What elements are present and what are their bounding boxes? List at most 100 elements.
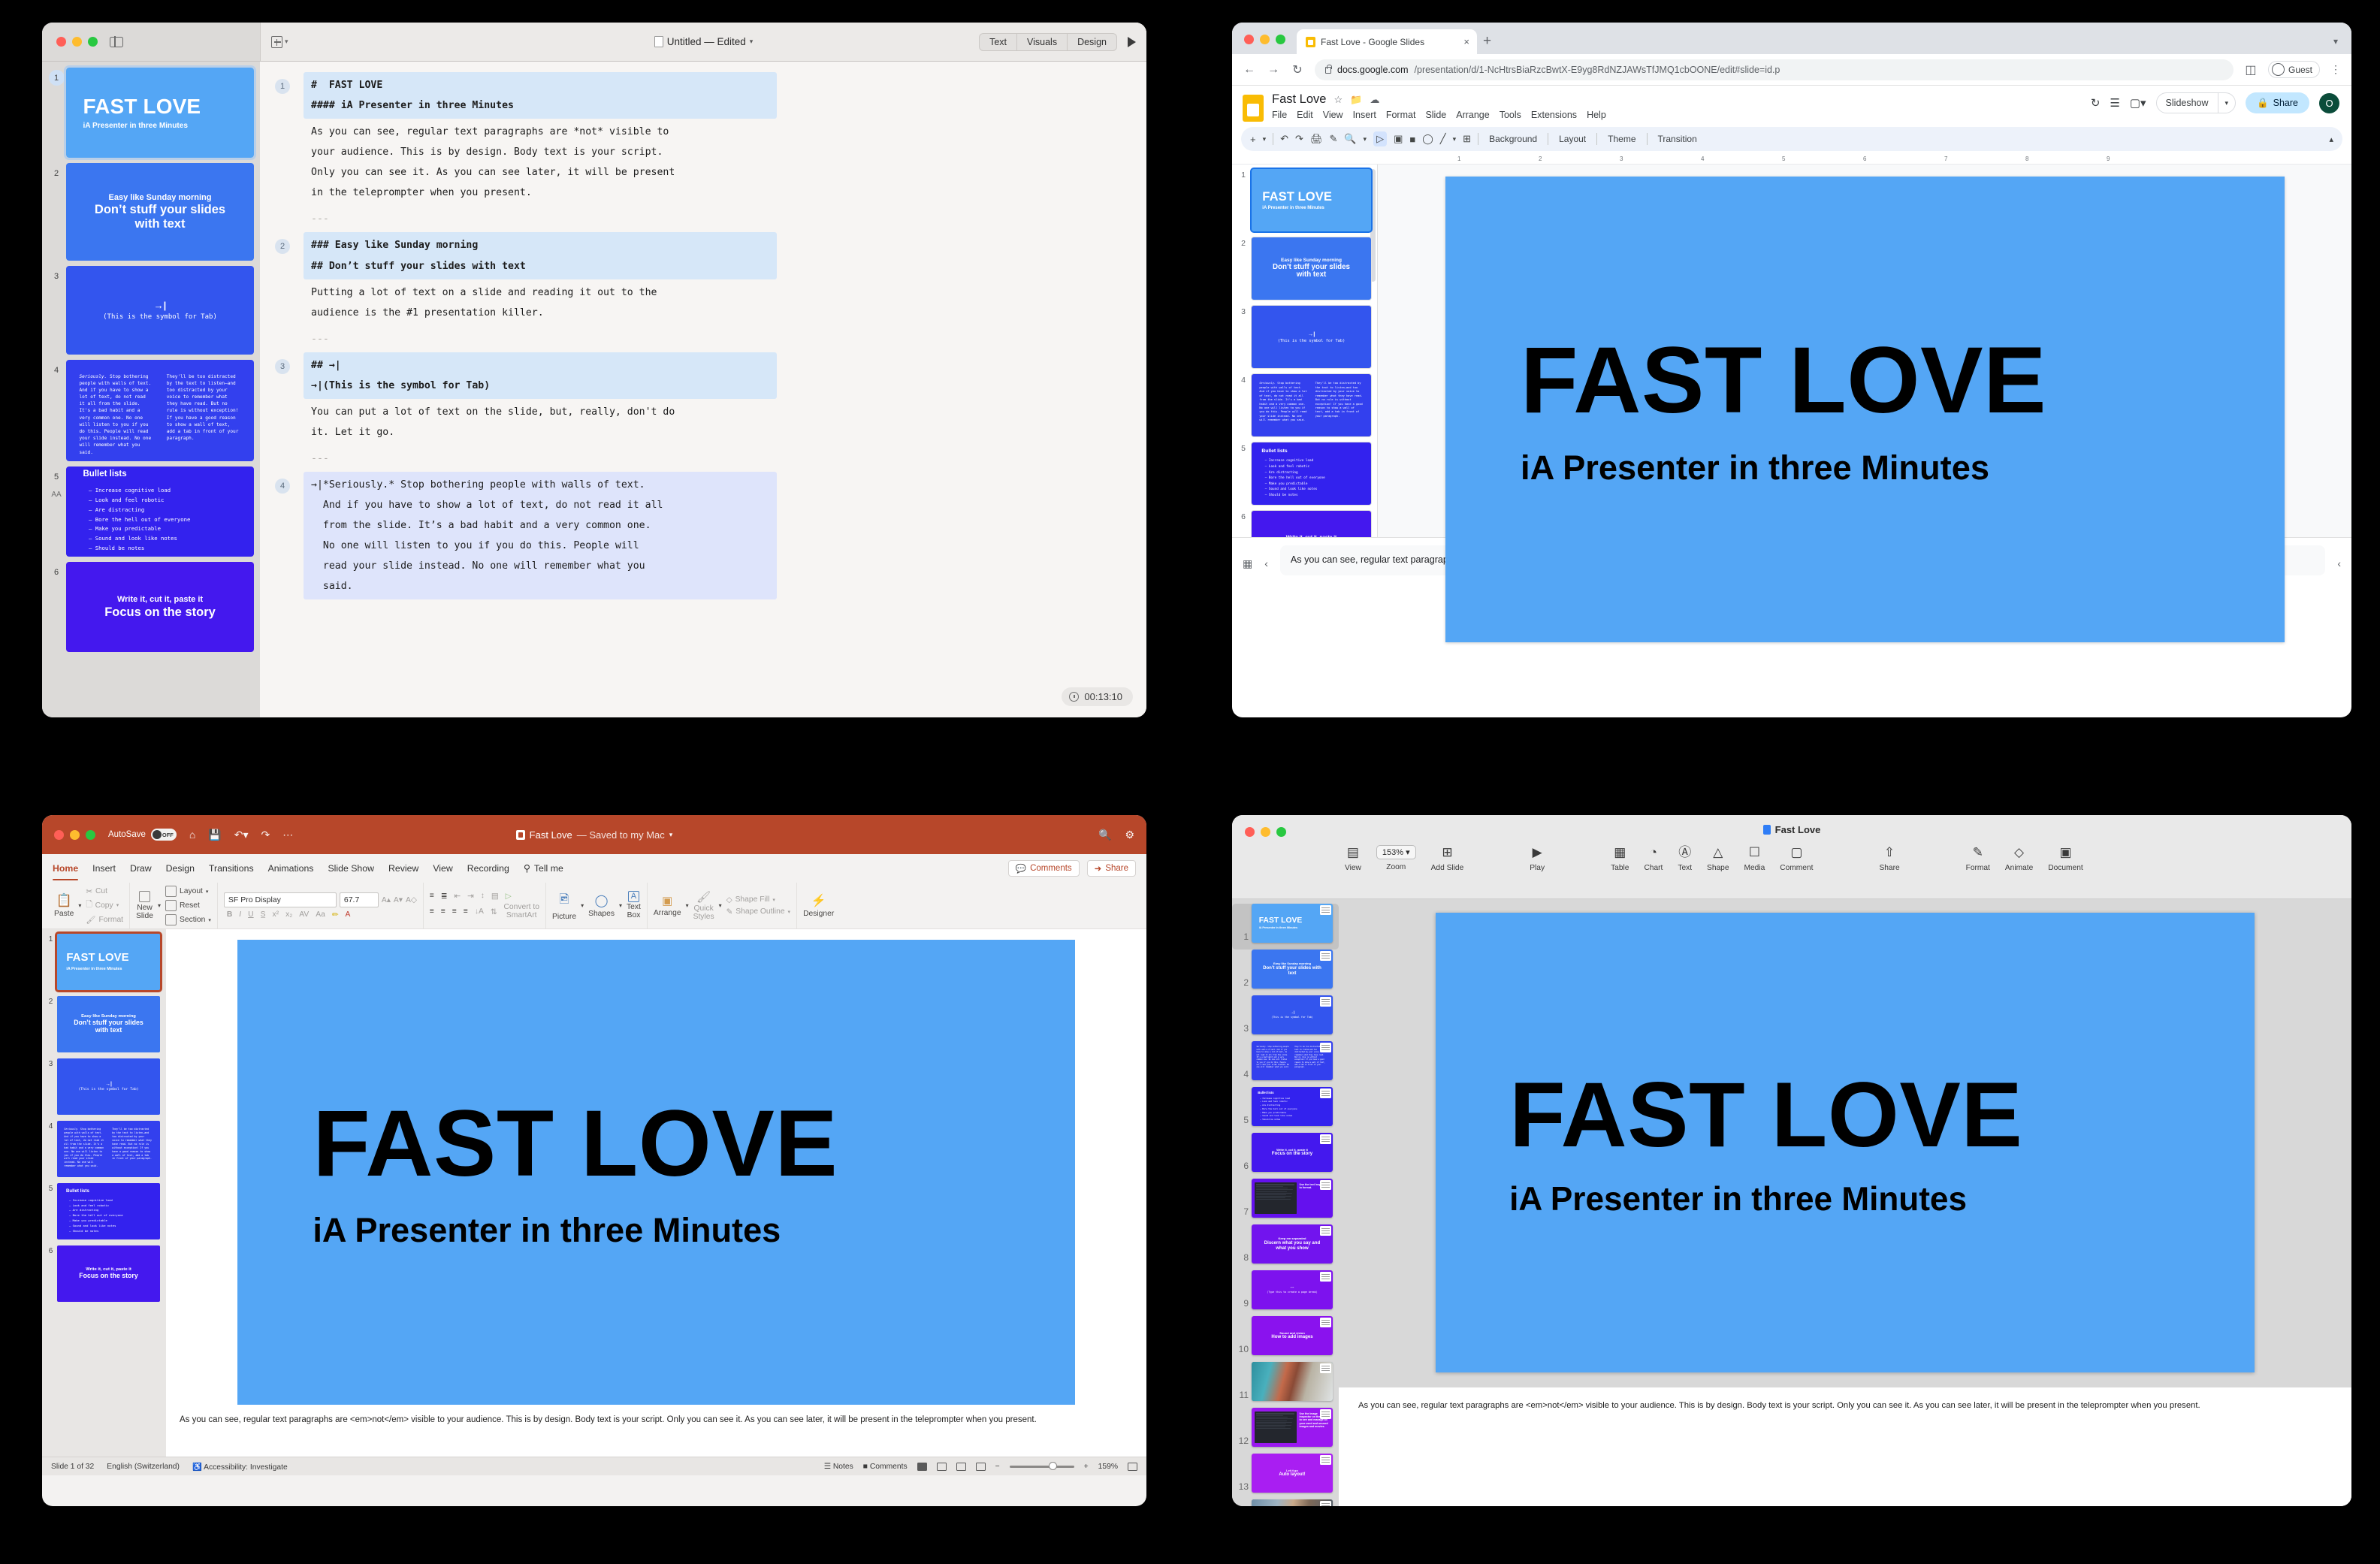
cut-button[interactable]: ✂ Cut [86, 887, 123, 896]
slide-canvas[interactable]: FAST LOVE iA Presenter in three Minutes [237, 940, 1075, 1405]
slide-preview[interactable] [1252, 1499, 1333, 1506]
grid-view-icon[interactable]: ▦ [1243, 545, 1252, 570]
window-controls[interactable] [56, 37, 98, 47]
slide-thumbnail-pane[interactable]: 1 FAST LOVE iA Presenter in three Minute… [42, 929, 166, 1457]
slide-preview[interactable]: FAST LOVE iA Presenter in three Minutes [1252, 904, 1333, 943]
chevron-down-icon[interactable]: ▾ [788, 909, 791, 915]
menubar[interactable]: File Edit View Insert Format Slide Arrange Tool… [1272, 110, 1606, 120]
slide-preview[interactable]: Bullet lists – Increase cognitive load – … [1252, 442, 1371, 505]
tab-design[interactable]: Design [1068, 34, 1116, 50]
picture-button[interactable]: 🖻 Picture [552, 891, 576, 921]
editor-text[interactable]: →|*Seriously.* Stop bothering people wit… [304, 472, 777, 600]
toolbar-table[interactable]: ▦ Table [1611, 845, 1629, 872]
line-spacing-icon[interactable]: ↕ [481, 892, 485, 900]
tab-search-icon[interactable]: ▾ [2333, 36, 2351, 54]
shape-icon[interactable]: ◯ [1422, 133, 1433, 145]
menu-format[interactable]: Format [1386, 110, 1416, 120]
slide-preview[interactable]: Keep em separated Discern what you say a… [1252, 1224, 1333, 1264]
justify-icon[interactable]: ≡ [464, 907, 468, 916]
slide-thumbnail-4[interactable]: 4 Seriously. Stop bothering people with … [1232, 1041, 1339, 1087]
slide-preview[interactable]: Bullet lists – Increase cognitive load – … [57, 1183, 160, 1239]
slide-thumbnail-5[interactable]: 5 AA Bullet lists – Increase cognitive lo… [42, 466, 260, 562]
decrease-font-icon[interactable]: A▾ [394, 895, 403, 904]
toolbar-media[interactable]: ☐ Media [1744, 845, 1765, 872]
save-icon[interactable]: 💾 [208, 829, 221, 841]
sidebar-toggle-icon[interactable] [110, 35, 123, 48]
minimize-icon[interactable] [1260, 35, 1270, 44]
keynote-window[interactable]: Fast Love ▤ View 153% ▾ Zoom ⊞ Add Slide ▶ Play… [1232, 815, 2351, 1506]
slide-preview[interactable]: FAST LOVE iA Presenter in three Minutes [1252, 169, 1371, 231]
undo-icon[interactable]: ↶ [1280, 133, 1288, 145]
chevron-down-icon[interactable]: ▾ [669, 831, 673, 839]
slideshow-view-icon[interactable] [975, 1462, 986, 1471]
toolbar-chart[interactable]: ◔ Chart [1644, 845, 1663, 872]
tab-design[interactable]: Design [166, 863, 195, 874]
redo-icon[interactable]: ↷ [261, 829, 270, 841]
reading-view-icon[interactable] [956, 1462, 966, 1471]
menu-insert[interactable]: Insert [1353, 110, 1376, 120]
editor-text[interactable]: # FAST LOVE #### iA Presenter in three M… [304, 72, 777, 119]
slide-preview[interactable]: →| (This is the symbol for Tab) [1252, 995, 1333, 1034]
font-name-input[interactable]: SF Pro Display [223, 892, 337, 907]
slide-preview[interactable]: Write it, cut it, paste it Focus on the … [1252, 511, 1371, 537]
slide-preview[interactable]: Seriously. Stop bothering people with wa… [1252, 1041, 1333, 1080]
section-button[interactable]: Section ▾ [165, 914, 211, 925]
bold-icon[interactable]: B [227, 910, 232, 919]
ia-presenter-window[interactable]: ▾ Untitled — Edited ▾ Text Visuals Desig… [42, 23, 1146, 717]
editor-text[interactable]: ### Easy like Sunday morning ## Don’t st… [304, 232, 777, 279]
new-tab-button[interactable]: + [1483, 33, 1491, 54]
chevron-down-icon[interactable]: ▾ [686, 902, 689, 909]
play-icon[interactable] [1128, 36, 1136, 47]
editor-text[interactable]: ## →| →|(This is the symbol for Tab) [304, 352, 777, 399]
chevron-down-icon[interactable]: ▾ [581, 902, 584, 909]
browser-tab[interactable]: Fast Love - Google Slides × [1297, 29, 1477, 54]
side-panel-icon[interactable]: ◫ [2244, 62, 2258, 77]
toolbar-add-slide[interactable]: ⊞ Add Slide [1431, 845, 1464, 872]
toolbar-shape[interactable]: △ Shape [1707, 845, 1729, 872]
chevron-down-icon[interactable]: ▾ [116, 902, 119, 908]
slide-thumbnail-4[interactable]: 4 Seriously. Stop bothering people with … [42, 1121, 166, 1183]
search-icon[interactable]: 🔍 [1098, 829, 1111, 841]
close-icon[interactable] [54, 829, 64, 840]
url-bar[interactable]: docs.google.com/presentation/d/1-NcHtrsB… [1315, 59, 2234, 80]
editor-block[interactable]: 4 →|*Seriously.* Stop bothering people w… [260, 472, 1146, 600]
slide-thumbnail-6[interactable]: 6 Write it, cut it, paste it Focus on th… [1232, 1133, 1339, 1179]
editor-block[interactable]: --- [260, 326, 1146, 352]
reload-icon[interactable]: ↻ [1291, 62, 1304, 77]
slide-editing-area[interactable]: FAST LOVE iA Presenter in three Minutes … [166, 929, 1146, 1457]
tab-slide-show[interactable]: Slide Show [328, 863, 374, 874]
menu-view[interactable]: View [1323, 110, 1343, 120]
slide-filmstrip[interactable]: 1 FAST LOVE iA Presenter in three Minute… [1232, 165, 1378, 537]
slide-preview[interactable]: →| (This is the symbol for Tab) [1252, 306, 1371, 368]
menu-help[interactable]: Help [1587, 110, 1606, 120]
tab-recording[interactable]: Recording [467, 863, 509, 874]
slide-thumbnail-3[interactable]: 3 →| (This is the symbol for Tab) [42, 1058, 166, 1121]
character-spacing-icon[interactable]: AV [299, 910, 309, 919]
increase-indent-icon[interactable]: ⇥ [467, 892, 474, 901]
move-to-folder-icon[interactable]: 📁 [1350, 94, 1362, 106]
quick-styles-button[interactable]: 🖌 Quick Styles [693, 890, 714, 922]
text-size-icon[interactable]: AA [47, 491, 66, 499]
editor-block[interactable]: You can put a lot of text on the slide, … [260, 399, 1146, 445]
keynote-toolbar-items[interactable]: ▤ View 153% ▾ Zoom ⊞ Add Slide ▶ Play ▦ Table ◔ Cha… [1345, 845, 2338, 872]
collapse-toolbar-icon[interactable]: ▴ [2329, 134, 2333, 144]
align-right-icon[interactable]: ≡ [452, 907, 457, 916]
comments-button[interactable]: 💬 Comments [1007, 860, 1080, 877]
smartart-icon[interactable]: ▷ [506, 892, 512, 901]
shapes-button[interactable]: ◯ Shapes [588, 893, 615, 918]
more-options-icon[interactable]: ⋯ [282, 829, 293, 841]
insert-image-icon[interactable]: ■ [1409, 134, 1415, 145]
autosave-switch[interactable]: OFF [150, 829, 177, 841]
toolbar-share[interactable]: ⇧ Share [1879, 845, 1899, 872]
browser-menu-icon[interactable]: ⋮ [2330, 63, 2341, 76]
slide-sorter-icon[interactable] [936, 1462, 947, 1471]
slide-thumbnail-8[interactable]: 8 Keep em separated Discern what you say… [1232, 1224, 1339, 1270]
filmstrip-scrollbar[interactable] [1370, 169, 1376, 282]
chevron-down-icon[interactable]: ▾ [1364, 135, 1367, 143]
slide-preview[interactable]: Seriously. Stop bothering people with wa… [57, 1121, 160, 1177]
slide-preview[interactable]: Bullet lists – Increase cognitive load – … [1252, 1087, 1333, 1126]
slide-preview[interactable]: →| (This is the symbol for Tab) [57, 1058, 160, 1115]
layout-button[interactable]: Layout [1555, 134, 1590, 144]
zoom-icon[interactable] [86, 829, 95, 840]
editor-text[interactable]: --- [304, 445, 777, 472]
